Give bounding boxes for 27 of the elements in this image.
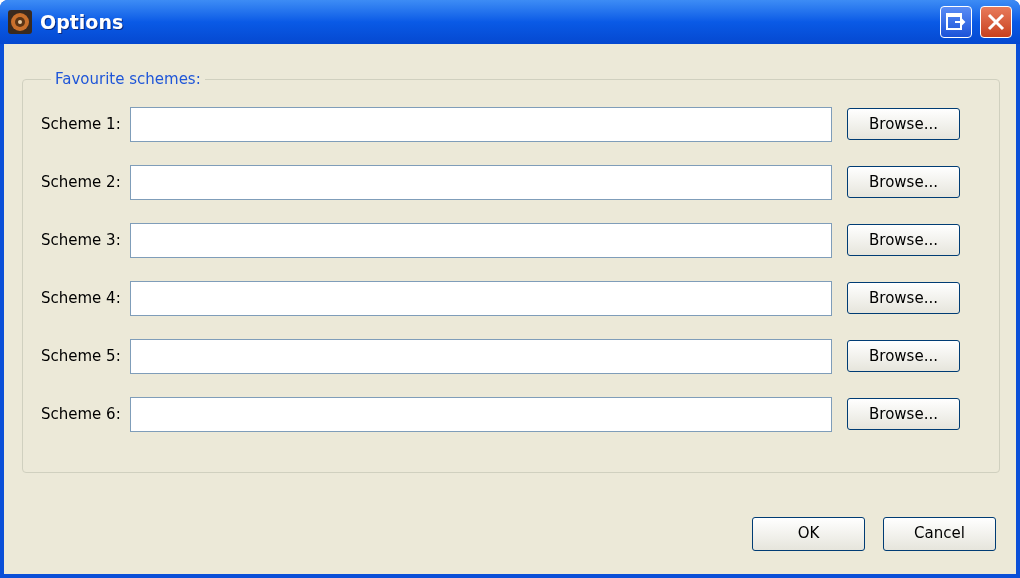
scheme-label: Scheme 5: — [41, 345, 122, 367]
scheme-field[interactable] — [130, 338, 832, 374]
scheme-label: Scheme 2: — [41, 171, 122, 193]
scheme-label: Scheme 4: — [41, 287, 122, 309]
browse-button[interactable]: Browse... — [847, 398, 960, 430]
browse-button[interactable]: Browse... — [847, 108, 960, 140]
scheme-field[interactable] — [130, 164, 832, 200]
scheme-field[interactable] — [130, 280, 832, 316]
scheme-label: Scheme 6: — [41, 403, 122, 425]
close-icon — [987, 13, 1005, 31]
dialog-button[interactable]: OK — [752, 516, 865, 551]
close-button[interactable] — [980, 6, 1012, 38]
window-title: Options — [40, 9, 124, 35]
dialog-button[interactable]: Cancel — [883, 516, 996, 551]
browse-button[interactable]: Browse... — [847, 282, 960, 314]
speaker-icon — [8, 10, 32, 34]
browse-button[interactable]: Browse... — [847, 224, 960, 256]
browse-button[interactable]: Browse... — [847, 166, 960, 198]
browse-button[interactable]: Browse... — [847, 340, 960, 372]
scheme-field[interactable] — [130, 106, 832, 142]
group-title: Favourite schemes: — [54, 69, 202, 90]
scheme-label: Scheme 1: — [41, 113, 122, 135]
scheme-label: Scheme 3: — [41, 229, 122, 251]
scheme-field[interactable] — [130, 396, 832, 432]
restore-button[interactable] — [940, 6, 972, 38]
window-exit-icon — [946, 13, 966, 31]
scheme-field[interactable] — [130, 222, 832, 258]
